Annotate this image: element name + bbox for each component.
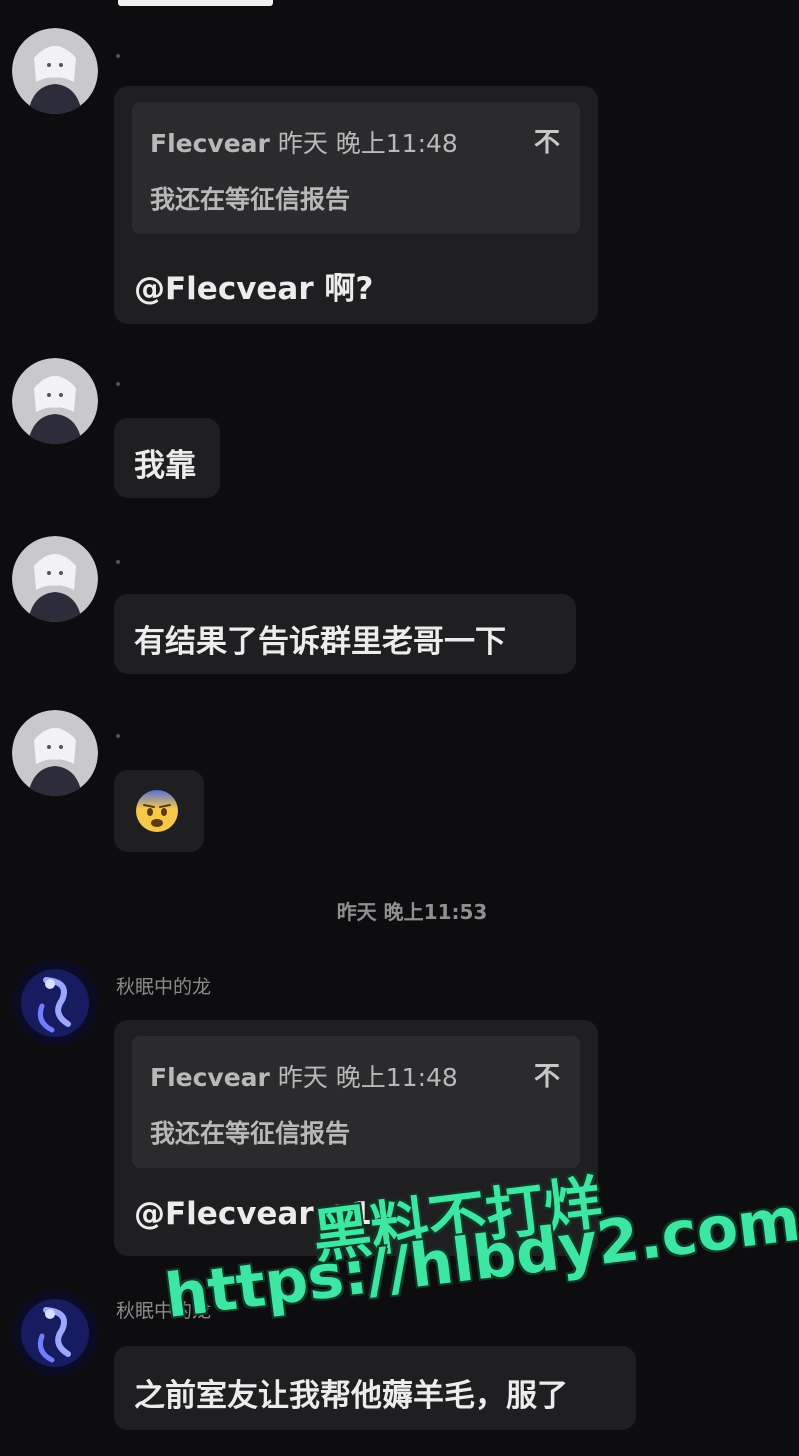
message-text: 我靠 (134, 448, 196, 484)
message-bubble[interactable]: 我靠 (114, 418, 220, 498)
sender-name-placeholder (116, 560, 120, 564)
message-text: @Flecvear 啊? (134, 271, 374, 307)
message-bubble[interactable] (114, 770, 204, 852)
avatar[interactable] (12, 710, 98, 796)
avatar[interactable] (12, 1290, 98, 1376)
avatar[interactable] (12, 28, 98, 114)
avatar[interactable] (12, 960, 98, 1046)
sender-name-placeholder (116, 734, 120, 738)
message-bubble[interactable]: 有结果了告诉群里老哥一下 (114, 594, 576, 674)
fearful-face-emoji-icon (136, 790, 178, 832)
avatar[interactable] (12, 536, 98, 622)
message-text: 之前室友让我帮他薅羊毛，服了 (134, 1378, 568, 1414)
timestamp-separator: 昨天 晚上11:53 (336, 900, 488, 924)
quoted-author: Flecvear (150, 129, 270, 158)
quoted-message-meta: Flecvear 昨天 晚上11:48 (150, 124, 458, 160)
quoted-time: 昨天 晚上11:48 (277, 129, 458, 158)
quoted-message[interactable]: Flecvear 昨天 晚上11:48 我还在等征信报告 不 (132, 1036, 580, 1168)
quoted-text: 我还在等征信报告 (150, 185, 351, 214)
sender-name-placeholder (116, 382, 120, 386)
quoted-message-meta: Flecvear 昨天 晚上11:48 (150, 1058, 458, 1094)
sender-name-placeholder (116, 54, 120, 58)
quote-mark: 不 (533, 1062, 560, 1092)
quote-mark: 不 (533, 128, 560, 158)
avatar[interactable] (12, 358, 98, 444)
quoted-message[interactable]: Flecvear 昨天 晚上11:48 我还在等征信报告 不 (132, 102, 580, 234)
message-bubble[interactable]: Flecvear 昨天 晚上11:48 我还在等征信报告 不 @Flecvear… (114, 86, 598, 324)
message-bubble[interactable]: 之前室友让我帮他薅羊毛，服了 (114, 1346, 636, 1430)
quoted-text: 我还在等征信报告 (150, 1119, 351, 1148)
quoted-author: Flecvear (150, 1063, 270, 1092)
message-text: 有结果了告诉群里老哥一下 (134, 624, 506, 660)
sender-name: 秋眠中的龙 (116, 976, 212, 998)
previous-message-edge (118, 0, 273, 6)
quoted-time: 昨天 晚上11:48 (277, 1063, 458, 1092)
